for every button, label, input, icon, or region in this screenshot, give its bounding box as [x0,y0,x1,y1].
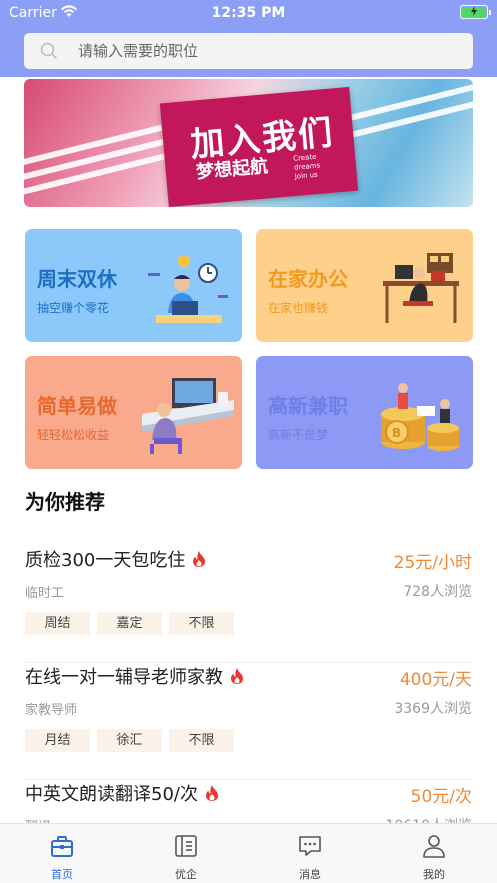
svg-text:B: B [392,426,401,440]
job-salary: 25元/小时 [393,553,472,573]
job-category: 临时工 [25,586,65,601]
category-title: 简单易做 [37,394,117,418]
fire-icon [204,784,220,807]
tag-location: 徐汇 [97,729,162,752]
tag-requirement: 不限 [169,729,234,752]
category-title: 高新兼职 [268,394,348,418]
job-item[interactable]: 质检300一天包吃住 25元/小时 临时工 728人浏览 周结 嘉定 不限 [25,546,472,663]
user-icon [421,833,447,863]
status-time: 12:35 PM [211,5,286,21]
search-input[interactable] [78,33,458,69]
app-screen: Carrier 12:35 PM 请输入需要的职位 加入我们 梦想起航 Crea… [0,0,497,883]
job-views: 3369人浏览 [394,701,472,717]
home-office-illustration [383,253,459,323]
job-category: 家教导师 [25,703,78,718]
section-title: 为你推荐 [25,490,105,514]
tab-label: 首页 [51,868,73,881]
category-title: 在家办公 [268,267,348,291]
tab-bar: 首页 优企 消息 我的 [0,823,497,883]
job-title-text: 质检300一天包吃住 [25,550,186,571]
search-bar[interactable] [24,33,473,69]
message-icon [297,833,323,863]
promo-banner[interactable]: 加入我们 梦想起航 Create dreams Join us [24,79,473,207]
category-subtitle: 抽空赚个零花 [37,301,110,315]
company-icon [173,833,199,863]
job-item[interactable]: 在线一对一辅导老师家教 400元/天 家教导师 3369人浏览 月结 徐汇 不限 [25,663,472,780]
job-tags: 周结 嘉定 不限 [25,612,234,635]
job-title: 中英文朗读翻译50/次 [25,780,220,807]
tab-messages[interactable]: 消息 [248,824,372,883]
category-simple[interactable]: 简单易做 轻轻松松收益 [25,356,242,469]
tab-label: 消息 [299,868,321,881]
battery-icon [460,5,491,19]
job-title-text: 中英文朗读翻译50/次 [25,784,198,805]
fire-icon [229,667,245,690]
tag-payment: 周结 [25,612,90,635]
tab-company[interactable]: 优企 [124,824,248,883]
job-views: 728人浏览 [403,584,472,600]
tag-location: 嘉定 [97,612,162,635]
desk-computer-illustration [142,378,234,454]
tab-label: 我的 [423,868,445,881]
search-icon [40,42,58,64]
coins-people-illustration: B [381,383,459,451]
person-laptop-illustration [148,255,228,323]
tag-payment: 月结 [25,729,90,752]
job-salary: 50元/次 [410,787,472,807]
status-bar: Carrier 12:35 PM [0,0,497,26]
briefcase-icon [49,833,75,863]
tab-label: 优企 [175,868,197,881]
job-title: 在线一对一辅导老师家教 [25,663,245,690]
category-subtitle: 高新不是梦 [268,428,329,442]
category-subtitle: 轻轻松松收益 [37,428,110,442]
tag-requirement: 不限 [169,612,234,635]
job-tags: 月结 徐汇 不限 [25,729,234,752]
banner-english: Create dreams Join us [292,152,321,181]
tab-profile[interactable]: 我的 [372,824,496,883]
job-title-text: 在线一对一辅导老师家教 [25,667,223,688]
header: Carrier 12:35 PM [0,0,497,77]
category-weekend[interactable]: 周末双休 抽空赚个零花 [25,229,242,342]
fire-icon [191,550,207,573]
tab-home[interactable]: 首页 [0,824,124,883]
category-subtitle: 在家也赚钱 [268,301,329,315]
category-work-from-home[interactable]: 在家办公 在家也赚钱 [256,229,473,342]
job-salary: 400元/天 [399,670,472,690]
job-title: 质检300一天包吃住 [25,546,207,573]
category-high-pay[interactable]: 高新兼职 高新不是梦 B [256,356,473,469]
category-title: 周末双休 [37,267,117,291]
